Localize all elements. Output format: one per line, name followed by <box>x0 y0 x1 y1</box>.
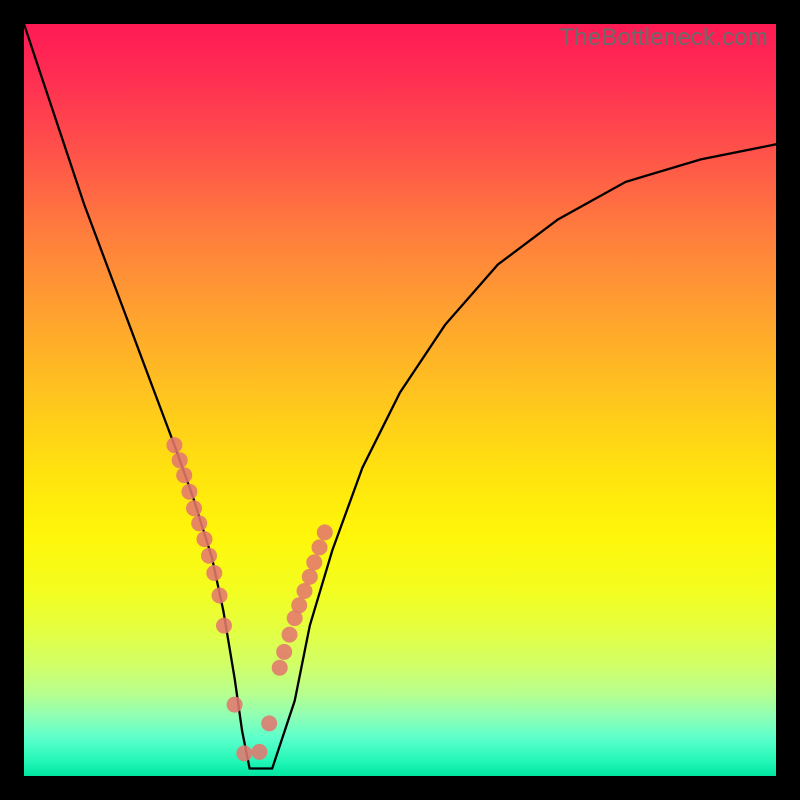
highlight-dot <box>172 452 188 468</box>
highlight-dot <box>197 531 213 547</box>
highlight-dot <box>297 583 313 599</box>
outer-frame: TheBottleneck.com <box>0 0 800 800</box>
highlight-dot <box>176 467 192 483</box>
bottleneck-curve <box>24 24 776 769</box>
highlight-dot <box>206 565 222 581</box>
highlight-dot <box>317 524 333 540</box>
highlight-dot <box>282 627 298 643</box>
highlight-dot <box>216 618 232 634</box>
highlight-dot <box>306 554 322 570</box>
highlight-dot <box>236 745 252 761</box>
chart-overlay <box>24 24 776 776</box>
highlight-dot <box>181 484 197 500</box>
highlight-dot <box>251 744 267 760</box>
highlight-dot <box>302 569 318 585</box>
highlight-dot <box>191 515 207 531</box>
highlight-dot <box>212 588 228 604</box>
plot-area: TheBottleneck.com <box>24 24 776 776</box>
highlight-dot <box>261 715 277 731</box>
highlight-dot <box>272 660 288 676</box>
highlight-dot <box>186 500 202 516</box>
highlight-dot <box>166 437 182 453</box>
highlight-dot <box>291 597 307 613</box>
highlight-dot <box>201 548 217 564</box>
highlight-dot <box>276 644 292 660</box>
watermark-label: TheBottleneck.com <box>559 24 768 52</box>
highlight-dot <box>227 697 243 713</box>
highlight-dots-group <box>166 437 332 761</box>
highlight-dot <box>312 539 328 555</box>
